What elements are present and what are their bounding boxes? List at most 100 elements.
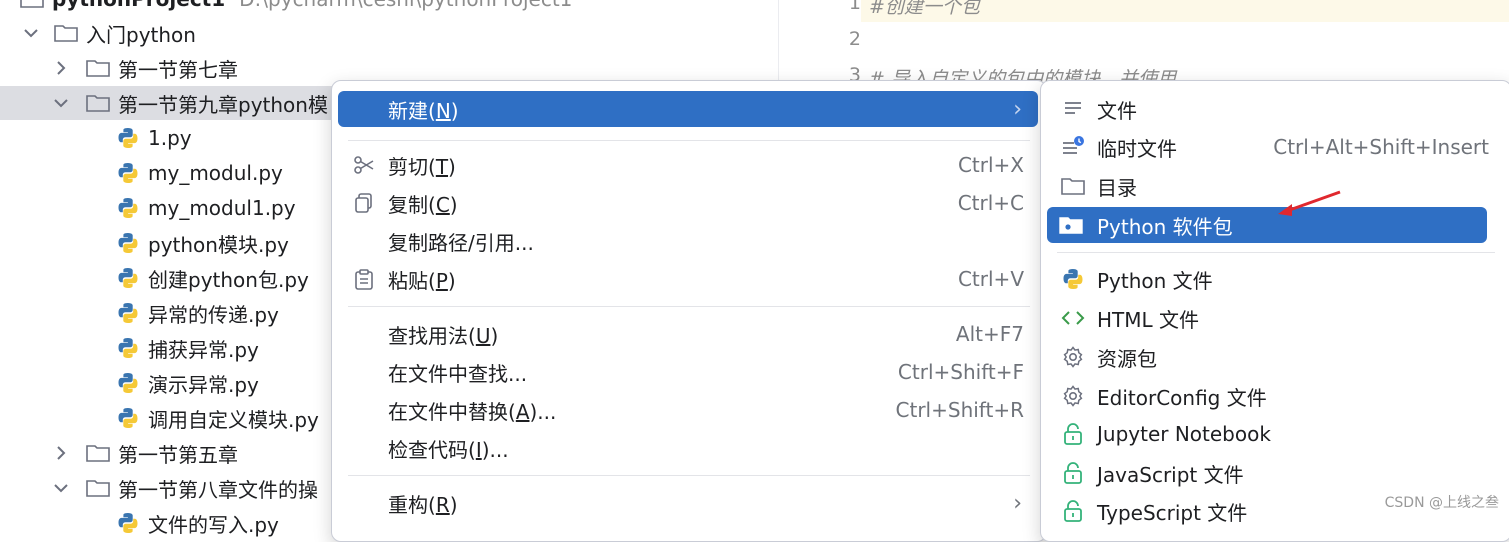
menu-label: 查找用法(	[388, 323, 476, 348]
submenu-item-html-file[interactable]: HTML 文件	[1047, 300, 1503, 336]
root-label: pythonProject1	[52, 0, 225, 11]
menu-item-find-usages[interactable]: 查找用法(U) Alt+F7	[338, 316, 1038, 352]
menu-item-copy-path[interactable]: 复制路径/引用...	[338, 223, 1038, 259]
tree-item-file[interactable]: 创建python包.py	[116, 261, 309, 295]
tree-item-file[interactable]: 捕获异常.py	[116, 331, 259, 365]
submenu-item-python-package[interactable]: Python 软件包	[1047, 207, 1487, 243]
menu-label: 在文件中查找...	[388, 361, 528, 386]
chevron-down-icon[interactable]	[46, 86, 76, 120]
tree-item-folder[interactable]: 入门python	[0, 16, 760, 50]
menu-label: HTML 文件	[1097, 307, 1200, 332]
tree-item-label: 异常的传递.py	[148, 302, 279, 327]
python-file-icon	[1061, 267, 1085, 291]
tree-item-file[interactable]: 演示异常.py	[116, 366, 259, 400]
menu-item-find-in-files[interactable]: 在文件中查找... Ctrl+Shift+F	[338, 354, 1038, 390]
menu-label: 临时文件	[1097, 136, 1177, 161]
menu-item-copy[interactable]: 复制(C) Ctrl+C	[338, 185, 1038, 221]
tree-item-file[interactable]: 异常的传递.py	[116, 296, 279, 330]
chevron-down-icon[interactable]	[46, 471, 76, 505]
submenu-item-javascript[interactable]: JavaScript 文件	[1047, 455, 1503, 491]
menu-separator	[1057, 252, 1495, 253]
menu-separator	[348, 475, 1030, 476]
tree-item-label: 捕获异常.py	[148, 337, 259, 362]
tree-item-label: 第一节第五章	[118, 442, 238, 467]
tree-item-file[interactable]: my_modul1.py	[116, 191, 296, 225]
tree-item-label: my_modul1.py	[148, 196, 296, 220]
shortcut: Ctrl+X	[957, 153, 1024, 177]
tree-item-file[interactable]: 1.py	[116, 121, 192, 155]
tree-item-label: 第一节第八章文件的操	[118, 477, 318, 502]
submenu-item-resource-bundle[interactable]: 资源包	[1047, 339, 1503, 375]
tree-item-file[interactable]: 文件的写入.py	[116, 506, 279, 540]
watermark: CSDN @上线之叁	[1384, 495, 1499, 511]
python-file-icon	[118, 373, 138, 393]
submenu-item-file[interactable]: 文件	[1047, 91, 1503, 127]
python-file-icon	[118, 128, 138, 148]
tree-item-file[interactable]: python模块.py	[116, 226, 289, 260]
python-file-icon	[118, 303, 138, 323]
mnemonic: N	[435, 98, 451, 123]
menu-label-tail: )	[450, 98, 459, 123]
submenu-item-jupyter[interactable]: Jupyter Notebook	[1047, 416, 1503, 452]
menu-label: Python 软件包	[1097, 214, 1233, 239]
python-file-icon	[118, 513, 138, 533]
menu-label-tail: )	[449, 492, 458, 517]
menu-label-tail: )	[448, 154, 456, 179]
menu-label: 新建(	[388, 98, 436, 123]
submenu-item-scratch-file[interactable]: 临时文件 Ctrl+Alt+Shift+Insert	[1047, 129, 1503, 165]
tree-item-label: 1.py	[148, 126, 192, 150]
menu-label: 在文件中替换(	[388, 399, 516, 424]
menu-label-tail: )	[447, 268, 456, 293]
menu-item-inspect-code[interactable]: 检查代码(I)...	[338, 430, 1038, 466]
folder-icon	[86, 480, 110, 497]
folder-icon	[54, 25, 78, 42]
tree-item-label: 第一节第九章python模	[118, 92, 328, 117]
new-submenu: 文件 临时文件 Ctrl+Alt+Shift+Insert 目录 Python …	[1040, 80, 1509, 542]
scissors-icon	[352, 153, 376, 177]
chevron-right-icon[interactable]	[46, 51, 76, 85]
menu-label-tail: )	[449, 192, 458, 217]
mnemonic: C	[435, 192, 450, 217]
mnemonic: R	[435, 492, 450, 517]
menu-separator	[348, 306, 1030, 307]
folder-icon	[1061, 174, 1085, 198]
menu-label: 复制路径/引用...	[388, 230, 534, 255]
submenu-item-editorconfig[interactable]: EditorConfig 文件	[1047, 378, 1503, 414]
shortcut: Ctrl+V	[957, 267, 1024, 291]
menu-label: JavaScript 文件	[1097, 462, 1244, 487]
tree-root[interactable]: pythonProject1 D:\pycharm\ceshi\pythonPr…	[20, 0, 572, 16]
tree-item-file[interactable]: 调用自定义模块.py	[116, 401, 319, 435]
python-file-icon	[118, 338, 138, 358]
python-file-icon	[118, 198, 138, 218]
folder-icon	[20, 0, 44, 8]
shortcut: Alt+F7	[955, 322, 1024, 346]
menu-item-refactor[interactable]: 重构(R) ›	[338, 485, 1038, 521]
submenu-item-python-file[interactable]: Python 文件	[1047, 261, 1503, 297]
menu-label: 剪切(	[388, 154, 436, 179]
menu-item-new[interactable]: 新建(N) ›	[338, 91, 1038, 127]
menu-item-replace-in-files[interactable]: 在文件中替换(A)... Ctrl+Shift+R	[338, 392, 1038, 428]
python-file-icon	[118, 268, 138, 288]
menu-label-tail: )...	[481, 437, 509, 462]
menu-label: 粘贴(	[388, 268, 436, 293]
chevron-right-icon: ›	[1013, 490, 1022, 516]
mnemonic: U	[475, 323, 491, 348]
chevron-down-icon[interactable]	[16, 16, 46, 50]
chevron-right-icon[interactable]	[46, 436, 76, 470]
text-file-icon	[1061, 97, 1085, 121]
tree-item-file[interactable]: my_modul.py	[116, 156, 283, 190]
python-file-icon	[118, 163, 138, 183]
menu-label: 重构(	[388, 492, 436, 517]
clipboard-icon	[352, 267, 376, 291]
menu-item-cut[interactable]: 剪切(T) Ctrl+X	[338, 147, 1038, 183]
menu-item-paste[interactable]: 粘贴(P) Ctrl+V	[338, 261, 1038, 297]
menu-label: Jupyter Notebook	[1097, 422, 1271, 446]
copy-icon	[352, 191, 376, 215]
code-line[interactable]: #创建一个包	[869, 0, 980, 19]
shortcut: Ctrl+Shift+F	[897, 360, 1024, 384]
shortcut: Ctrl+Shift+R	[895, 398, 1024, 422]
line-number: 1	[848, 0, 861, 14]
tree-item-label: 第一节第七章	[118, 57, 238, 82]
tree-item-label: 文件的写入.py	[148, 512, 279, 537]
menu-label: 复制(	[388, 192, 436, 217]
